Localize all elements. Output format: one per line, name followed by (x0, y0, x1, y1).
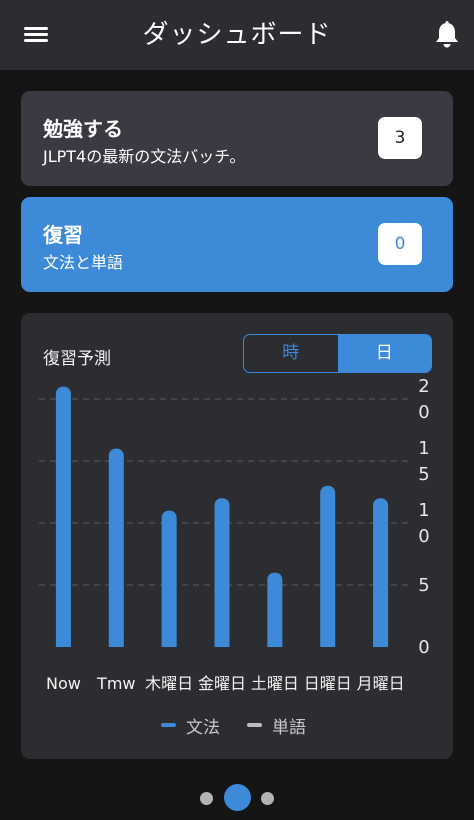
bar-base-6 (373, 639, 389, 647)
review-count-badge: 0 (378, 223, 422, 265)
bar-2 (161, 510, 177, 647)
bar-3 (214, 498, 230, 647)
bar-base-1 (108, 639, 124, 647)
x-tick-label-3: 金曜日 (198, 674, 246, 693)
bar-1 (108, 448, 124, 647)
top-app-bar: ダッシュボード (0, 0, 474, 70)
y-tick-label-20: 20 (418, 376, 429, 423)
legend-item-grammar[interactable]: 文法 (161, 715, 251, 738)
legend-item-vocab[interactable]: 単語 (247, 715, 337, 738)
review-card-title: 復習 (43, 223, 83, 247)
page-dot-2-active[interactable] (224, 784, 251, 811)
x-tick-label-6: 月曜日 (357, 674, 405, 693)
x-tick-label-4: 土曜日 (251, 674, 299, 693)
forecast-chart: 0 5 1 0 1 5 2 0 Now Tmw 木曜日 金曜日 土曜日 日曜日 月曜日 (39, 376, 430, 693)
x-tick-label-5: 日曜日 (304, 674, 352, 693)
legend-label-vocab: 単語 (272, 718, 306, 738)
bar-base-2 (161, 639, 177, 647)
legend-swatch-vocab (247, 723, 262, 727)
x-tick-label-1: Tmw (96, 674, 135, 693)
bar-base-3 (214, 639, 230, 647)
bar-base-0 (55, 639, 71, 647)
page-dot-3[interactable] (261, 792, 274, 805)
study-card-subtitle: JLPT4の最新の文法バッチ。 (43, 147, 246, 166)
review-card-subtitle: 文法と単語 (43, 253, 124, 272)
study-card[interactable]: 勉強する JLPT4の最新の文法バッチ。 3 (21, 91, 453, 186)
legend-swatch-grammar (161, 723, 176, 727)
bar-0 (55, 386, 71, 647)
y-tick-label-15: 15 (418, 438, 429, 485)
bell-icon[interactable] (433, 20, 461, 50)
legend-label-grammar: 文法 (186, 718, 220, 738)
y-tick-label-5: 5 (418, 575, 429, 596)
study-card-title: 勉強する (43, 117, 123, 141)
review-forecast-panel: 復習予測 時 日 0 5 1 0 1 5 2 0 Now Tmw 木曜日 金曜日 土曜日 日曜日 月曜日 文… (21, 313, 453, 759)
bar-base-5 (320, 639, 336, 647)
x-tick-label-0: Now (46, 674, 81, 693)
bar-base-4 (267, 639, 283, 647)
page-indicator (0, 784, 474, 812)
y-tick-label-10: 10 (418, 500, 429, 547)
y-tick-label-0: 0 (418, 637, 429, 658)
bar-6 (373, 498, 389, 647)
x-tick-label-2: 木曜日 (145, 674, 193, 693)
review-card[interactable]: 復習 文法と単語 0 (21, 197, 453, 292)
bar-5 (320, 485, 336, 647)
bar-4 (267, 572, 283, 647)
page-title: ダッシュボード (142, 20, 332, 50)
study-count-badge: 3 (378, 117, 422, 159)
page-dot-1[interactable] (200, 792, 213, 805)
